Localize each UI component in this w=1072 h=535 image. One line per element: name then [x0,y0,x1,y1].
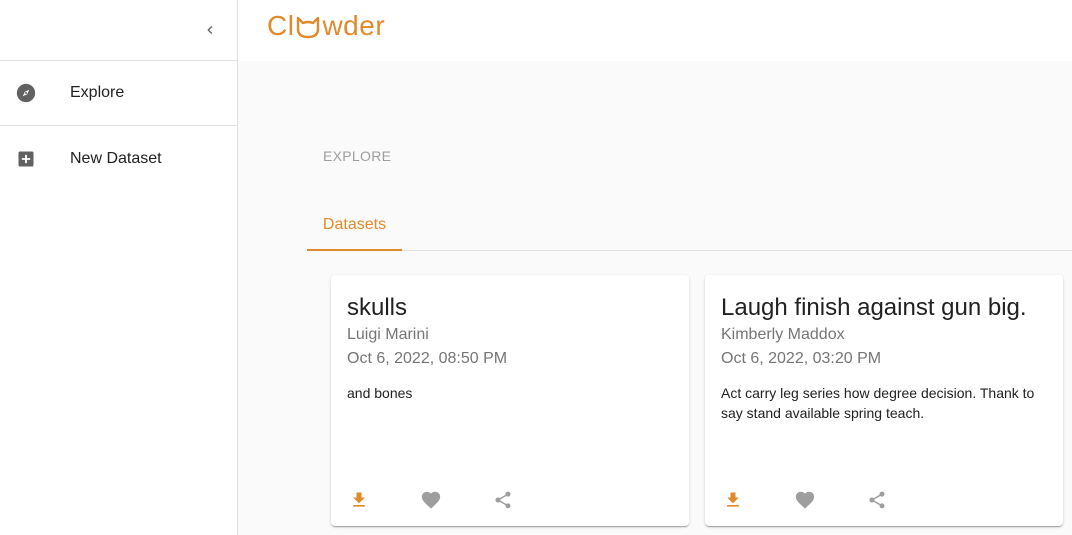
share-icon [869,491,885,509]
tab-datasets[interactable]: Datasets [307,201,402,251]
card-author: Kimberly Maddox [721,326,845,343]
sidebar-item-label: New Dataset [70,149,162,167]
heart-icon [795,491,815,509]
download-button[interactable] [347,488,371,512]
card-title[interactable]: skulls [347,294,407,322]
card-author: Luigi Marini [347,326,429,343]
card-actions [721,488,937,512]
compass-icon [15,82,37,104]
card-description: and bones [347,385,413,401]
app-bar: Cl wder [238,0,1072,61]
logo-text-end: wder [322,10,386,41]
logo-text-start: Cl [267,10,295,41]
share-button[interactable] [865,488,889,512]
favorite-button[interactable] [419,488,443,512]
share-icon [495,491,511,509]
card-date: Oct 6, 2022, 03:20 PM [721,350,882,367]
download-icon [353,492,365,507]
tab-bar: Datasets [307,201,1072,251]
sidebar-item-label: Explore [70,84,125,101]
download-icon [727,492,739,507]
main-content: EXPLORE Datasets skulls Luigi Marini Oct… [238,61,1072,535]
download-button[interactable] [721,488,745,512]
card-description: Act carry leg series how degree decision… [721,385,1035,421]
share-button[interactable] [491,488,515,512]
add-box-icon [15,148,37,170]
collapse-sidebar-button[interactable] [196,16,224,44]
favorite-button[interactable] [793,488,817,512]
breadcrumb: EXPLORE [323,148,392,164]
clowder-logo[interactable]: Cl wder [267,10,385,42]
heart-icon [421,491,441,509]
sidebar-header [0,0,237,61]
card-title[interactable]: Laugh finish against gun big. [721,294,1027,322]
sidebar-item-new-dataset[interactable]: New Dataset [0,126,237,191]
dataset-card[interactable]: skulls Luigi Marini Oct 6, 2022, 08:50 P… [331,275,689,526]
chevron-left-icon [207,26,213,34]
cat-head-icon [297,16,320,39]
card-date: Oct 6, 2022, 08:50 PM [347,350,508,367]
card-actions [347,488,563,512]
dataset-card[interactable]: Laugh finish against gun big. Kimberly M… [705,275,1063,526]
sidebar: Explore New Dataset [0,0,238,535]
sidebar-item-explore[interactable]: Explore [0,61,237,126]
